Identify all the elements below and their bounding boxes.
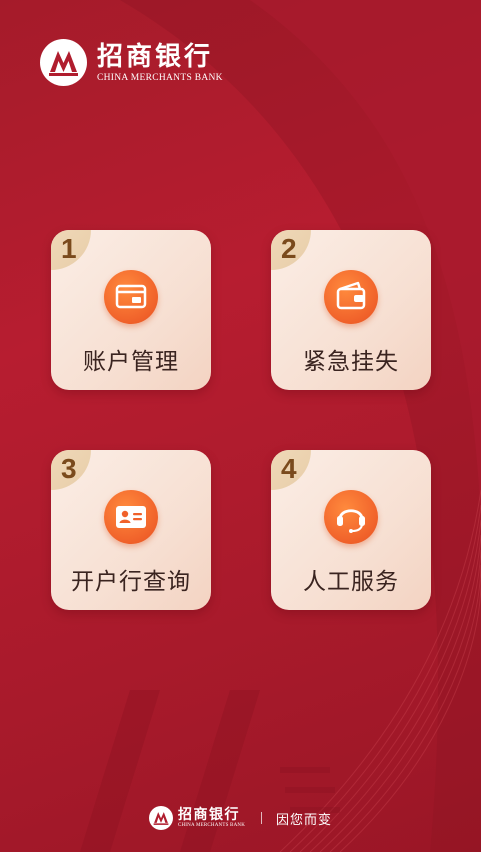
- card-number-badge: 3: [51, 450, 91, 490]
- emergency-loss-report-button[interactable]: 2 紧急挂失: [271, 230, 431, 390]
- card-icon: [104, 270, 158, 324]
- headset-icon: [324, 490, 378, 544]
- footer-divider: [261, 812, 263, 824]
- id-card-icon: [104, 490, 158, 544]
- card-label: 紧急挂失: [303, 349, 399, 375]
- card-label: 开户行查询: [71, 569, 191, 595]
- footer: 招商银行 CHINA MERCHANTS BANK 因您而变: [0, 806, 481, 830]
- bank-name-en: CHINA MERCHANTS BANK: [97, 72, 223, 83]
- card-number-badge: 2: [271, 230, 311, 270]
- card-number-badge: 1: [51, 230, 91, 270]
- wallet-icon: [324, 270, 378, 324]
- background-decoration: [0, 0, 481, 852]
- branch-query-button[interactable]: 3 开户行查询: [51, 450, 211, 610]
- card-label: 人工服务: [303, 569, 399, 595]
- bank-name-cn: 招商银行: [97, 41, 214, 72]
- card-label: 账户管理: [83, 349, 179, 375]
- footer-logo: 招商银行 CHINA MERCHANTS BANK: [148, 806, 246, 830]
- footer-bank-name-cn: 招商银行: [177, 807, 240, 823]
- cmb-logo-icon: [40, 39, 87, 86]
- customer-service-button[interactable]: 4 人工服务: [271, 450, 431, 610]
- footer-slogan: 因您而变: [276, 812, 333, 828]
- bank-logo: 招商银行 CHINA MERCHANTS BANK: [40, 39, 223, 86]
- account-management-button[interactable]: 1 账户管理: [51, 230, 211, 390]
- card-number-badge: 4: [271, 450, 311, 490]
- footer-bank-name-en: CHINA MERCHANTS BANK: [177, 823, 246, 828]
- cmb-logo-icon: [148, 806, 173, 830]
